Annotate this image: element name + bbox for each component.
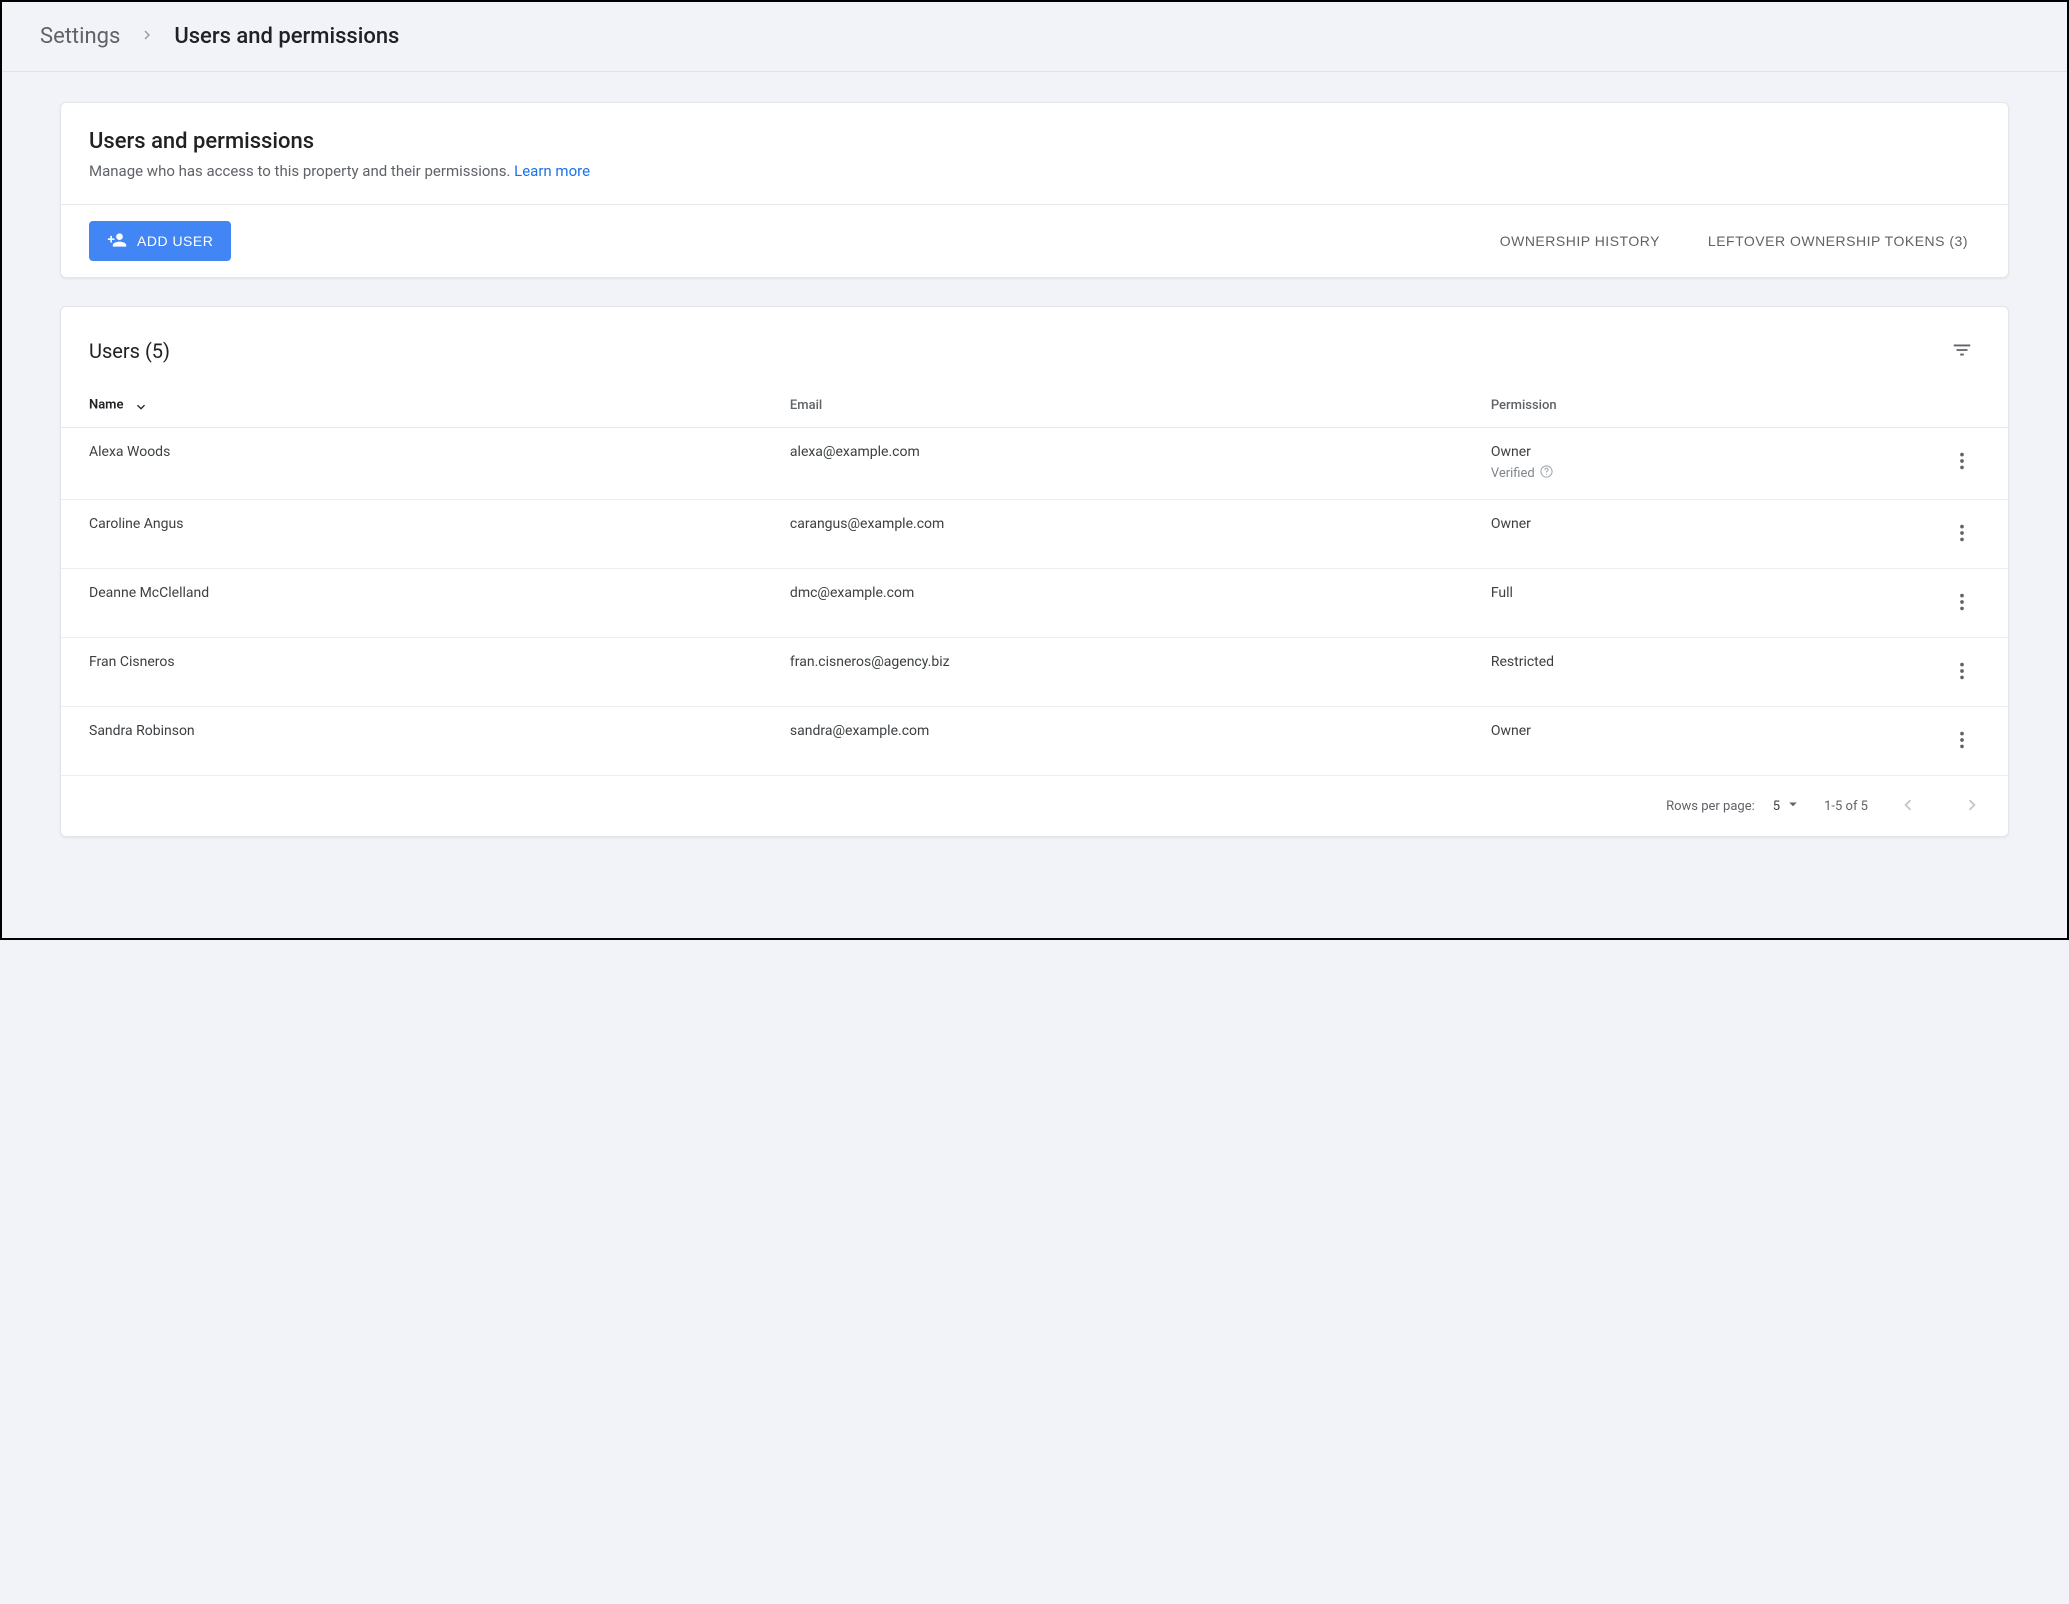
more-vert-icon <box>1951 522 1973 547</box>
user-name: Caroline Angus <box>61 500 762 569</box>
arrow-down-icon <box>133 397 149 413</box>
rows-per-page-select[interactable]: 5 <box>1773 795 1802 817</box>
user-email: carangus@example.com <box>762 500 1463 569</box>
user-name: Sandra Robinson <box>61 707 762 776</box>
chevron-right-icon <box>1961 794 1983 819</box>
col-header-permission[interactable]: Permission <box>1463 379 1891 428</box>
users-heading: Users (5) <box>89 339 1944 363</box>
header-card: Users and permissions Manage who has acc… <box>60 102 2009 278</box>
page-title: Users and permissions <box>89 129 1980 154</box>
row-menu-button[interactable] <box>1944 654 1980 690</box>
breadcrumb-root[interactable]: Settings <box>40 24 120 49</box>
user-name: Alexa Woods <box>61 428 762 500</box>
users-card: Users (5) Name <box>60 306 2009 837</box>
user-email: dmc@example.com <box>762 569 1463 638</box>
user-name: Fran Cisneros <box>61 638 762 707</box>
user-email: alexa@example.com <box>762 428 1463 500</box>
more-vert-icon <box>1951 729 1973 754</box>
pagination: Rows per page: 5 1-5 of 5 <box>61 776 2008 836</box>
help-icon[interactable] <box>1539 464 1554 483</box>
verified-badge: Verified <box>1491 464 1863 483</box>
add-user-button[interactable]: ADD USER <box>89 221 231 261</box>
filter-icon <box>1951 339 1973 364</box>
col-header-name-label: Name <box>89 397 123 412</box>
rows-per-page-label: Rows per page: <box>1666 799 1755 814</box>
breadcrumb: Settings Users and permissions <box>2 2 2067 72</box>
row-menu-button[interactable] <box>1944 444 1980 480</box>
user-name: Deanne McClelland <box>61 569 762 638</box>
more-vert-icon <box>1951 591 1973 616</box>
user-permission: OwnerVerified <box>1463 428 1891 500</box>
user-permission: Owner <box>1463 707 1891 776</box>
breadcrumb-current: Users and permissions <box>174 24 399 49</box>
user-permission: Full <box>1463 569 1891 638</box>
rows-per-page-value: 5 <box>1773 799 1780 814</box>
dropdown-icon <box>1784 795 1802 817</box>
user-permission: Restricted <box>1463 638 1891 707</box>
table-row: Sandra Robinsonsandra@example.comOwner <box>61 707 2008 776</box>
user-email: fran.cisneros@agency.biz <box>762 638 1463 707</box>
learn-more-link[interactable]: Learn more <box>514 162 590 180</box>
table-row: Caroline Anguscarangus@example.comOwner <box>61 500 2008 569</box>
add-user-label: ADD USER <box>137 233 213 249</box>
col-header-name[interactable]: Name <box>61 379 762 428</box>
prev-page-button[interactable] <box>1890 788 1926 824</box>
user-email: sandra@example.com <box>762 707 1463 776</box>
next-page-button[interactable] <box>1954 788 1990 824</box>
row-menu-button[interactable] <box>1944 723 1980 759</box>
more-vert-icon <box>1951 450 1973 475</box>
chevron-left-icon <box>1897 794 1919 819</box>
chevron-right-icon <box>138 26 156 48</box>
table-row: Fran Cisnerosfran.cisneros@agency.bizRes… <box>61 638 2008 707</box>
row-menu-button[interactable] <box>1944 516 1980 552</box>
subtitle-text: Manage who has access to this property a… <box>89 162 514 180</box>
page-subtitle: Manage who has access to this property a… <box>89 162 1980 180</box>
row-menu-button[interactable] <box>1944 585 1980 621</box>
table-row: Alexa Woodsalexa@example.comOwnerVerifie… <box>61 428 2008 500</box>
more-vert-icon <box>1951 660 1973 685</box>
person-add-icon <box>107 230 127 253</box>
pagination-range: 1-5 of 5 <box>1824 799 1868 814</box>
filter-button[interactable] <box>1944 333 1980 369</box>
leftover-tokens-button[interactable]: LEFTOVER OWNERSHIP TOKENS (3) <box>1696 225 1980 257</box>
ownership-history-button[interactable]: OWNERSHIP HISTORY <box>1488 225 1672 257</box>
col-header-email[interactable]: Email <box>762 379 1463 428</box>
users-table: Name Email Permission Alexa Woodsalexa@e… <box>61 379 2008 776</box>
table-row: Deanne McClellanddmc@example.comFull <box>61 569 2008 638</box>
user-permission: Owner <box>1463 500 1891 569</box>
